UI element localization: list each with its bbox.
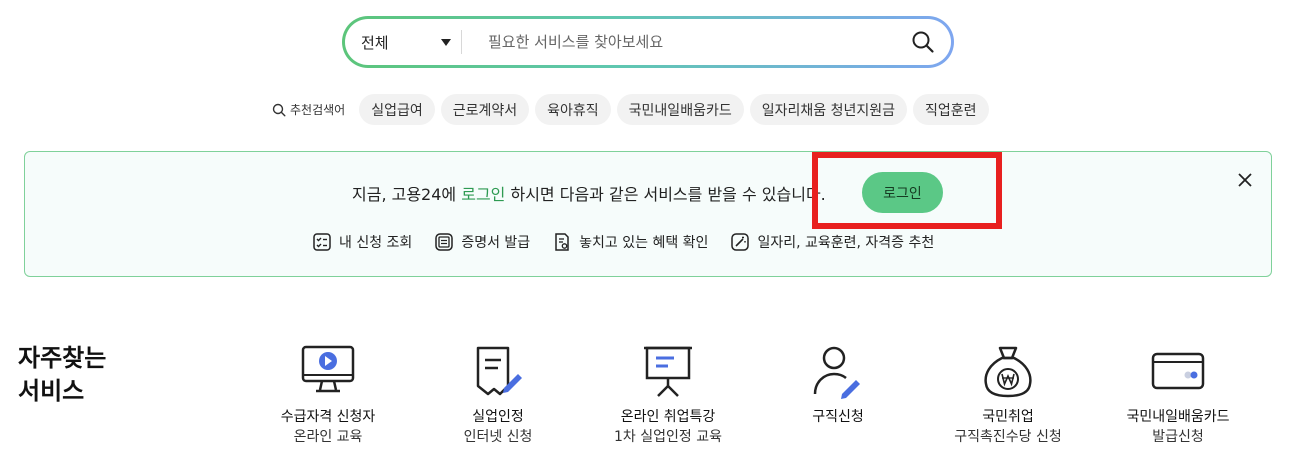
- service-label: 국민취업: [982, 409, 1034, 425]
- login-banner: 지금, 고용24에 로그인 하시면 다음과 같은 서비스를 받을 수 있습니다.…: [24, 151, 1272, 277]
- keyword-chip[interactable]: 일자리채움 청년지원금: [749, 94, 907, 125]
- monitor-play-icon: [301, 345, 355, 393]
- search-icon: [272, 103, 286, 117]
- link-recommendations[interactable]: 일자리, 교육훈련, 자격증 추천: [730, 232, 934, 252]
- search-category-select[interactable]: 전체: [345, 19, 461, 65]
- service-job-application[interactable]: 구직신청: [753, 344, 923, 427]
- search-input[interactable]: [462, 19, 895, 65]
- search-bar-inner: 전체: [345, 19, 951, 65]
- annotation-highlight-box: [812, 152, 1002, 229]
- service-label: 수급자격 신청자: [280, 409, 376, 425]
- keyword-chip[interactable]: 실업급여: [359, 94, 435, 125]
- link-label: 증명서 발급: [461, 235, 531, 251]
- presentation-board-icon: [644, 346, 692, 397]
- link-benefits[interactable]: 놓치고 있는 혜택 확인: [552, 232, 708, 252]
- service-job-promotion-allowance[interactable]: 국민취업 구직촉진수당 신청: [923, 344, 1093, 447]
- service-online-lecture[interactable]: 온라인 취업특강 1차 실업인정 교육: [583, 344, 753, 447]
- banner-message: 지금, 고용24에 로그인 하시면 다음과 같은 서비스를 받을 수 있습니다.: [352, 181, 826, 205]
- service-sublabel: 온라인 교육: [293, 429, 363, 445]
- link-certificate[interactable]: 증명서 발급: [434, 232, 530, 252]
- person-pen-icon: [813, 346, 860, 399]
- service-learning-card[interactable]: 국민내일배움카드 발급신청: [1093, 344, 1263, 447]
- link-label: 놓치고 있는 혜택 확인: [579, 235, 709, 251]
- service-sublabel: 발급신청: [1152, 429, 1204, 445]
- document-search-icon: [555, 233, 569, 251]
- service-online-education[interactable]: 수급자격 신청자 온라인 교육: [243, 344, 413, 447]
- link-my-applications[interactable]: 내 신청 조회: [312, 232, 412, 252]
- document-pen-icon: [476, 346, 522, 396]
- magic-wand-icon: [731, 233, 750, 251]
- service-label: 온라인 취업특강: [620, 409, 716, 425]
- service-sublabel: 인터넷 신청: [463, 429, 533, 445]
- certificate-icon: [435, 233, 454, 251]
- service-label: 국민내일배움카드: [1126, 409, 1230, 425]
- service-unemployment-certification[interactable]: 실업인정 인터넷 신청: [413, 344, 583, 447]
- banner-links: 내 신청 조회 증명서 발급 놓치고 있는 혜택 확인 일자리, 교육훈련, 자…: [312, 232, 934, 252]
- recommended-keywords: 추천검색어 실업급여 근로계약서 육아휴직 국민내일배움카드 일자리채움 청년지…: [272, 94, 989, 125]
- caret-down-icon: [441, 39, 451, 46]
- link-label: 일자리, 교육훈련, 자격증 추천: [757, 235, 935, 251]
- banner-message-highlight: 로그인: [461, 185, 506, 204]
- recommended-label: 추천검색어: [272, 101, 345, 118]
- card-icon: [1151, 352, 1205, 390]
- banner-message-suffix: 하시면 다음과 같은 서비스를 받을 수 있습니다.: [505, 185, 826, 204]
- keyword-chip[interactable]: 직업훈련: [912, 94, 989, 125]
- close-button[interactable]: [1234, 169, 1256, 191]
- search-icon: [912, 31, 934, 53]
- money-bag-won-icon: [984, 346, 1032, 398]
- service-label: 실업인정: [472, 409, 524, 425]
- checklist-icon: [313, 233, 331, 251]
- recommended-label-text: 추천검색어: [290, 103, 346, 117]
- frequent-services-title: 자주찾는 서비스: [18, 344, 107, 405]
- keyword-chip[interactable]: 근로계약서: [440, 94, 530, 125]
- search-category-value: 전체: [361, 33, 389, 52]
- close-icon: [1238, 173, 1252, 187]
- keyword-chip[interactable]: 육아휴직: [535, 94, 611, 125]
- search-bar: 전체: [342, 16, 954, 68]
- keyword-chip[interactable]: 국민내일배움카드: [616, 94, 744, 125]
- link-label: 내 신청 조회: [339, 235, 413, 251]
- service-sublabel: 구직촉진수당 신청: [954, 429, 1062, 445]
- service-label: 구직신청: [812, 409, 864, 425]
- service-sublabel: 1차 실업인정 교육: [614, 429, 722, 445]
- search-button[interactable]: [895, 19, 951, 65]
- banner-message-prefix: 지금, 고용24에: [352, 185, 462, 204]
